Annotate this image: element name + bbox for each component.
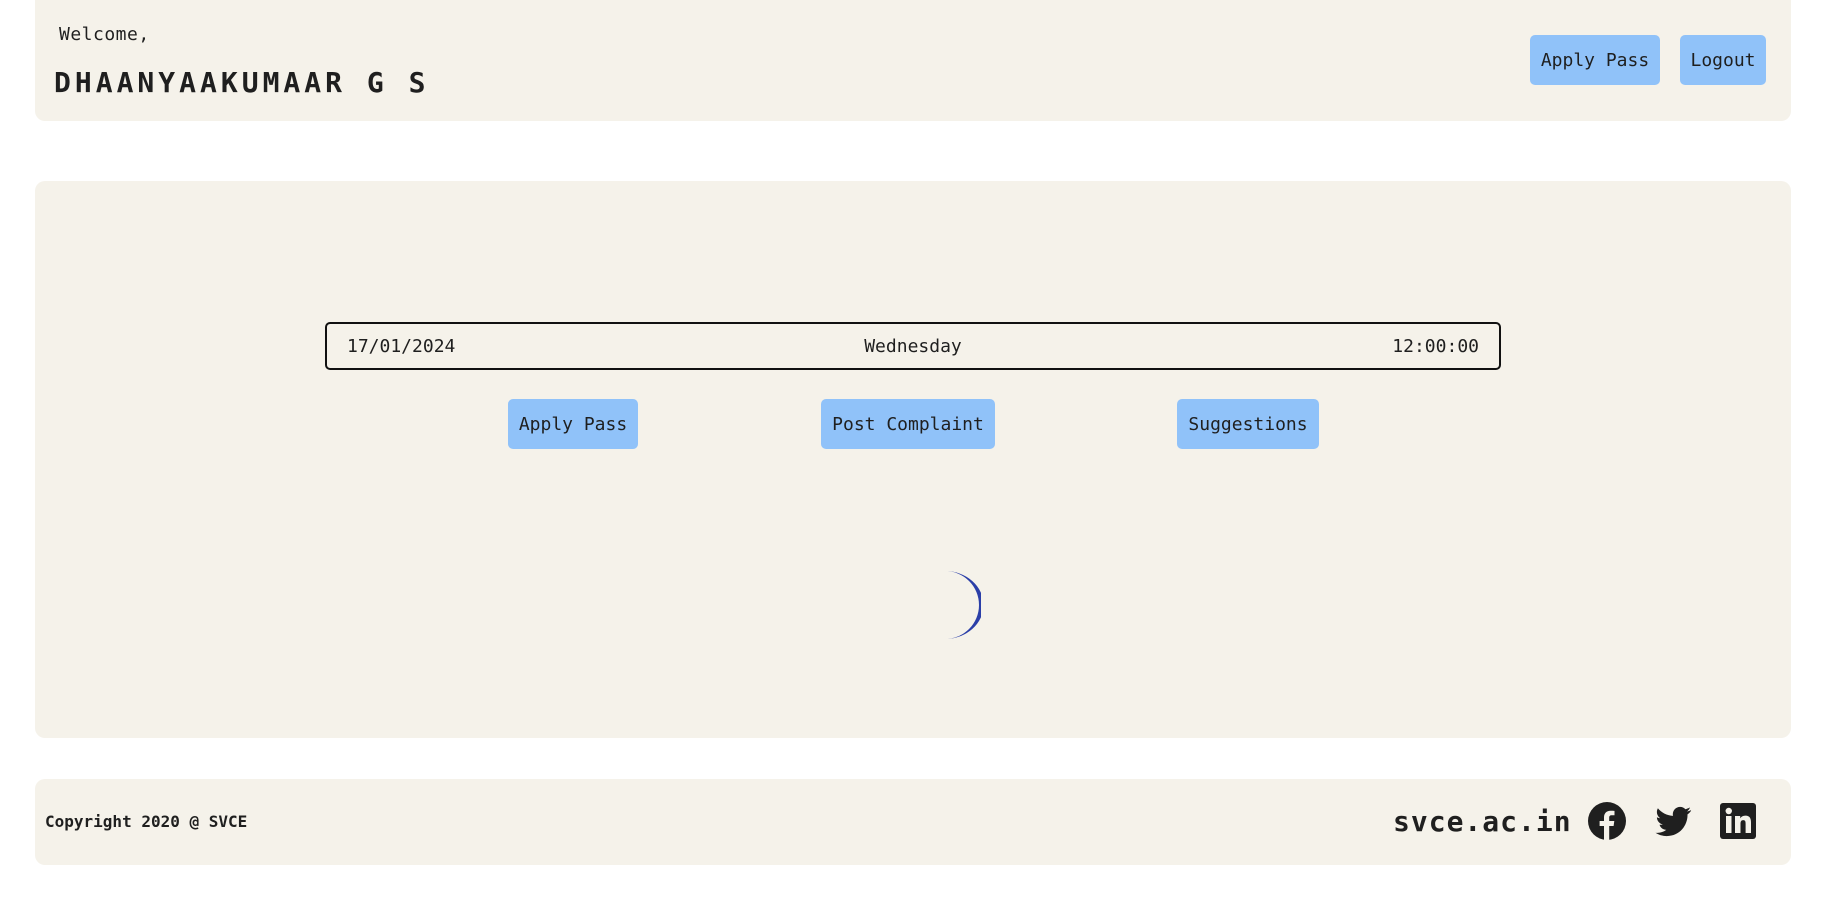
post-complaint-button[interactable]: Post Complaint bbox=[821, 399, 995, 449]
loading-spinner bbox=[909, 569, 984, 641]
current-time: 12:00:00 bbox=[1392, 336, 1479, 357]
user-name: DHAANYAAKUMAAR G S bbox=[54, 66, 430, 99]
footer-panel: Copyright 2020 @ SVCE svce.ac.in bbox=[35, 779, 1791, 865]
welcome-text: Welcome, bbox=[59, 24, 150, 45]
facebook-icon[interactable] bbox=[1587, 801, 1627, 841]
linkedin-icon[interactable] bbox=[1718, 801, 1758, 841]
apply-pass-button[interactable]: Apply Pass bbox=[508, 399, 638, 449]
header-panel: Welcome, DHAANYAAKUMAAR G S Apply Pass L… bbox=[35, 0, 1791, 121]
current-day: Wednesday bbox=[864, 336, 962, 357]
copyright-text: Copyright 2020 @ SVCE bbox=[45, 812, 248, 831]
main-panel: 17/01/2024 Wednesday 12:00:00 Apply Pass… bbox=[35, 181, 1791, 738]
site-link[interactable]: svce.ac.in bbox=[1393, 805, 1572, 838]
twitter-icon[interactable] bbox=[1653, 801, 1693, 841]
suggestions-button[interactable]: Suggestions bbox=[1177, 399, 1319, 449]
date-time-bar: 17/01/2024 Wednesday 12:00:00 bbox=[325, 322, 1501, 370]
logout-button[interactable]: Logout bbox=[1680, 35, 1766, 85]
header-apply-pass-button[interactable]: Apply Pass bbox=[1530, 35, 1660, 85]
